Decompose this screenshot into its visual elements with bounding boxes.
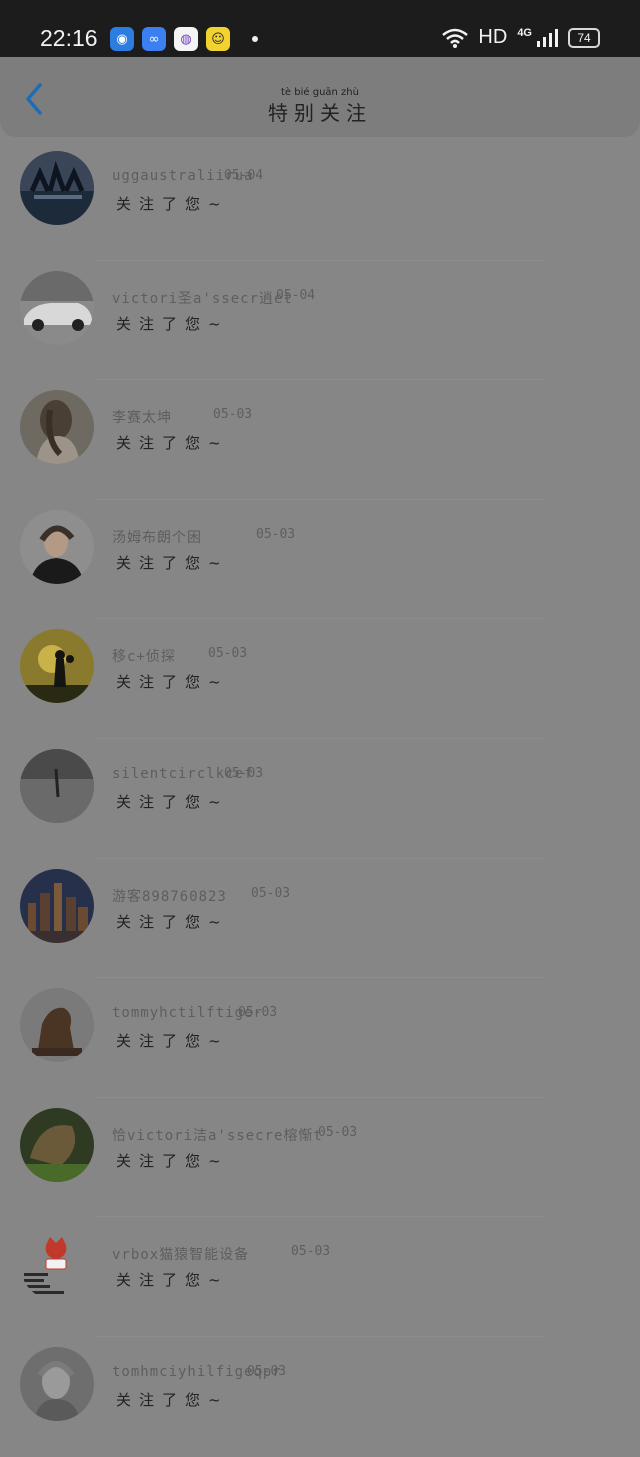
user-name: 李赛太坤 <box>112 410 172 427</box>
follow-date: 05-03 <box>213 407 253 423</box>
signal-icon <box>537 28 558 47</box>
follow-message: 关注了您~ <box>116 195 229 213</box>
avatar <box>20 509 94 584</box>
avatar <box>20 748 94 823</box>
status-indicators: HD 4G 74 <box>442 26 600 49</box>
list-item[interactable]: victori圣a'ssecr逍et 05-04 关注了您~ <box>0 261 640 381</box>
list-item[interactable]: 移c+侦探 05-03 关注了您~ <box>0 619 640 739</box>
list-item[interactable]: tommyhctilftiger 05-03 关注了您~ <box>0 978 640 1098</box>
follow-date: 05-03 <box>251 885 291 901</box>
avatar <box>20 629 94 704</box>
list-item[interactable]: tomhmciyhilfigeqpr 05-03 关注了您~ <box>0 1337 640 1457</box>
special-follow-list: uggaustraliirua 05-04 关注了您~ victori圣a'ss… <box>0 141 640 1457</box>
infinity-app-icon: ∞ <box>142 27 166 51</box>
follow-message: 关注了您~ <box>116 673 229 692</box>
follow-message: 关注了您~ <box>116 1271 229 1290</box>
list-item[interactable]: uggaustraliirua 05-04 关注了您~ <box>0 141 640 261</box>
app-notification-icon: ◉ <box>110 27 134 51</box>
list-item[interactable]: vrbox猫猿智能设备 05-03 关注了您~ <box>0 1217 640 1337</box>
follow-date: 05-03 <box>247 1363 287 1379</box>
follow-date: 05-04 <box>224 168 264 183</box>
follow-message: 关注了您~ <box>116 1032 229 1051</box>
follow-message: 关注了您~ <box>116 314 229 333</box>
user-name: victori圣a'ssecr逍et <box>112 290 293 307</box>
page-title: 特别关注 <box>268 101 372 125</box>
user-name: 移c+侦探 <box>112 649 176 666</box>
follow-message: 关注了您~ <box>116 434 229 453</box>
avatar <box>20 151 94 225</box>
follow-date: 05-04 <box>276 287 316 303</box>
follow-date: 05-03 <box>256 526 296 542</box>
follow-date: 05-03 <box>318 1124 358 1140</box>
hd-label: HD <box>478 26 508 48</box>
notification-icons: ◉ ∞ ◍ ☺ <box>110 27 258 51</box>
avatar <box>20 868 94 943</box>
follow-message: 关注了您~ <box>116 1390 229 1409</box>
more-notifications-dot <box>252 36 258 42</box>
list-item[interactable]: silentcirclkcef 05-03 关注了您~ <box>0 739 640 859</box>
smiley-app-icon: ☺ <box>206 27 230 51</box>
list-item[interactable]: 游客898760823 05-03 关注了您~ <box>0 859 640 979</box>
status-time: 22:16 <box>40 25 98 51</box>
wifi-icon <box>442 28 469 48</box>
follow-date: 05-03 <box>238 1005 278 1021</box>
user-name: vrbox猫猿智能设备 <box>112 1247 250 1264</box>
purple-app-icon: ◍ <box>174 27 198 51</box>
follow-date: 05-03 <box>291 1244 331 1260</box>
avatar <box>20 988 94 1063</box>
follow-message: 关注了您~ <box>116 912 229 931</box>
avatar <box>20 390 94 465</box>
follow-message: 关注了您~ <box>116 553 229 572</box>
avatar <box>20 1227 94 1302</box>
user-name: 汤姆布朗个困 <box>112 529 202 546</box>
status-bar: 22:16 ◉ ∞ ◍ ☺ HD 4G 74 <box>0 0 640 57</box>
list-item[interactable]: 李赛太坤 05-03 关注了您~ <box>0 380 640 500</box>
avatar <box>20 1107 94 1182</box>
avatar <box>20 270 94 345</box>
user-name: 游客898760823 <box>112 888 227 905</box>
list-item[interactable]: 汤姆布朗个困 05-03 关注了您~ <box>0 500 640 620</box>
follow-date: 05-03 <box>224 765 264 781</box>
network-type-label: 4G <box>517 26 532 39</box>
follow-message: 关注了您~ <box>116 792 229 811</box>
follow-date: 05-03 <box>208 646 248 662</box>
follow-message: 关注了您~ <box>116 1151 229 1170</box>
battery-indicator: 74 <box>568 27 600 48</box>
top-nav-bar: tè bié guān zhù 特别关注 <box>0 57 640 137</box>
avatar <box>20 1346 94 1421</box>
user-name: 恰victori洁a'ssecre榕惭t <box>112 1127 323 1144</box>
list-item[interactable]: 恰victori洁a'ssecre榕惭t 05-03 关注了您~ <box>0 1098 640 1218</box>
